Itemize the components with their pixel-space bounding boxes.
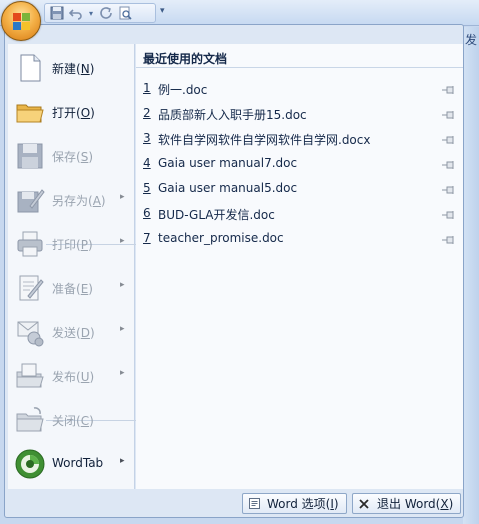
menu-footer: Word 选项(I) 退出 Word(X) — [5, 490, 463, 517]
save-icon[interactable] — [49, 5, 65, 21]
menu-item-label: 保存(S) — [52, 150, 94, 164]
submenu-arrow-icon: ▸ — [120, 368, 125, 378]
submenu-arrow-icon: ▸ — [120, 456, 125, 466]
menu-item-prepare[interactable]: 准备(E) ▸ — [8, 266, 135, 310]
recent-document-name: Gaia user manual5.doc — [158, 181, 298, 195]
office-logo-icon — [13, 13, 31, 31]
undo-icon[interactable] — [68, 5, 84, 21]
recent-document-name: 软件自学网软件自学网软件自学网.docx — [158, 133, 371, 147]
recent-documents-pane: 最近使用的文档 1 例一.doc 2 品质部新人入职手册15.doc 3 软件自学网软件自… — [136, 44, 463, 489]
menu-item-label: 打印(P) — [52, 238, 93, 252]
recent-document-name: teacher_promise.doc — [158, 231, 284, 245]
pin-icon[interactable] — [442, 83, 456, 94]
submenu-arrow-icon: ▸ — [120, 192, 125, 202]
recent-document-number: 6 — [143, 206, 151, 220]
pin-icon[interactable] — [442, 183, 456, 194]
menu-item-new-document[interactable]: 新建(N) — [8, 46, 135, 90]
save-icon — [14, 140, 46, 172]
pin-icon[interactable] — [442, 108, 456, 119]
recent-document-number: 1 — [143, 81, 151, 95]
options-icon — [247, 497, 261, 511]
word-options-label: Word 选项(I) — [267, 497, 339, 511]
redo-icon[interactable] — [98, 5, 114, 21]
publish-icon — [14, 360, 46, 392]
wordtab-icon — [14, 448, 46, 480]
submenu-arrow-icon: ▸ — [120, 236, 125, 246]
word-options-button[interactable]: Word 选项(I) — [242, 493, 347, 514]
close-document-icon — [14, 404, 46, 436]
exit-word-label: 退出 Word(X) — [377, 497, 454, 511]
open-folder-icon — [14, 96, 46, 128]
recent-document-number: 5 — [143, 181, 151, 195]
recent-document-item[interactable]: 3 软件自学网软件自学网软件自学网.docx — [136, 125, 463, 150]
recent-document-number: 2 — [143, 106, 151, 120]
recent-document-item[interactable]: 5 Gaia user manual5.doc — [136, 175, 463, 200]
ribbon-edge-label: 发 — [465, 33, 478, 47]
print-icon — [14, 228, 46, 260]
submenu-arrow-icon: ▸ — [120, 324, 125, 334]
exit-x-icon — [357, 497, 371, 511]
pin-icon[interactable] — [442, 233, 456, 244]
customize-toolbar-icon[interactable]: ▾ — [160, 6, 165, 16]
exit-word-button[interactable]: 退出 Word(X) — [352, 493, 461, 514]
menu-item-label: 新建(N) — [52, 62, 95, 76]
send-icon — [14, 316, 46, 348]
submenu-arrow-icon: ▸ — [120, 280, 125, 290]
menu-item-label: 另存为(A) — [52, 194, 106, 208]
menu-commands-pane: 新建(N) 打开(O) 保存(S) 另存为(A) ▸ 打印(P) ▸ 准备(E) ▸ 发送(D) ▸… — [8, 44, 138, 489]
recent-document-name: Gaia user manual7.doc — [158, 156, 298, 170]
menu-item-label: WordTab — [52, 456, 104, 470]
print-preview-icon[interactable] — [117, 5, 133, 21]
office-button[interactable] — [1, 1, 41, 41]
menu-item-label: 打开(O) — [52, 106, 95, 120]
quick-access-toolbar: ▾ — [44, 3, 156, 23]
recent-document-number: 4 — [143, 156, 151, 170]
menu-item-label: 发送(D) — [52, 326, 95, 340]
pin-icon[interactable] — [442, 208, 456, 219]
pin-icon[interactable] — [442, 158, 456, 169]
menu-item-label: 准备(E) — [52, 282, 93, 296]
recent-document-item[interactable]: 2 品质部新人入职手册15.doc — [136, 100, 463, 125]
recent-document-number: 3 — [143, 131, 151, 145]
recent-document-item[interactable]: 7 teacher_promise.doc — [136, 225, 463, 250]
undo-dropdown-icon[interactable]: ▾ — [87, 5, 95, 21]
pin-icon[interactable] — [442, 133, 456, 144]
menu-item-print[interactable]: 打印(P) ▸ — [8, 222, 135, 266]
recent-document-name: BUD-GLA开发信.doc — [158, 208, 275, 222]
menu-item-wordtab[interactable]: WordTab ▸ — [8, 442, 135, 486]
menu-item-save[interactable]: 保存(S) — [8, 134, 135, 178]
recent-document-item[interactable]: 1 例一.doc — [136, 75, 463, 100]
recent-documents-header: 最近使用的文档 — [136, 44, 463, 68]
save-as-icon — [14, 184, 46, 216]
recent-document-name: 品质部新人入职手册15.doc — [158, 108, 307, 122]
document-area-edge: 发 — [463, 27, 479, 524]
menu-item-close-document[interactable]: 关闭(C) — [8, 398, 135, 442]
recent-document-number: 7 — [143, 231, 151, 245]
prepare-icon — [14, 272, 46, 304]
new-document-icon — [14, 52, 46, 84]
menu-item-label: 发布(U) — [52, 370, 95, 384]
menu-item-send[interactable]: 发送(D) ▸ — [8, 310, 135, 354]
menu-item-open-folder[interactable]: 打开(O) — [8, 90, 135, 134]
menu-item-save-as[interactable]: 另存为(A) ▸ — [8, 178, 135, 222]
recent-document-name: 例一.doc — [158, 83, 208, 97]
menu-item-label: 关闭(C) — [52, 414, 94, 428]
recent-document-item[interactable]: 6 BUD-GLA开发信.doc — [136, 200, 463, 225]
menu-item-publish[interactable]: 发布(U) ▸ — [8, 354, 135, 398]
office-menu: 新建(N) 打开(O) 保存(S) 另存为(A) ▸ 打印(P) ▸ 准备(E) ▸ 发送(D) ▸… — [4, 24, 464, 518]
recent-document-item[interactable]: 4 Gaia user manual7.doc — [136, 150, 463, 175]
